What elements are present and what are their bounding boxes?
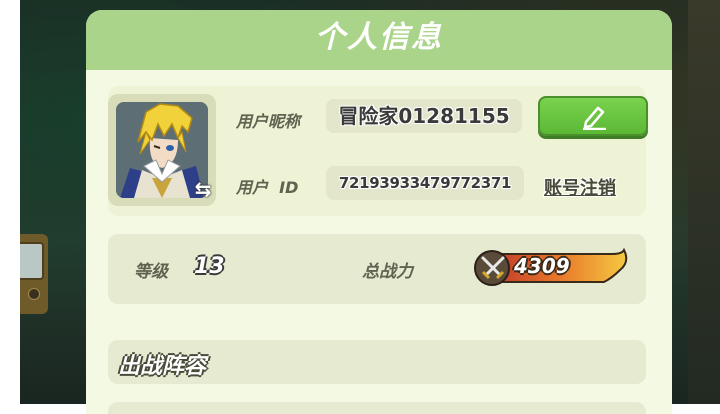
switch-arrows-icon[interactable]: ⇆ xyxy=(190,178,216,202)
panel-header: 个人信息 xyxy=(86,10,672,70)
user-id-label: 用户 ID xyxy=(236,178,299,197)
profile-panel: 个人信息 ⇆ 用户昵称 冒险家01281155 用户 ID 7219393347… xyxy=(86,10,672,414)
nickname-label: 用户昵称 xyxy=(236,112,301,131)
total-power-label: 总战力 xyxy=(362,262,413,282)
battle-lineup-title: 出战阵容 xyxy=(118,354,207,379)
user-id-field: 72193933479772371 xyxy=(326,166,524,200)
side-device-button[interactable] xyxy=(20,234,48,314)
device-dot xyxy=(28,288,40,300)
nickname-field: 冒险家01281155 xyxy=(326,99,522,133)
avatar-frame[interactable]: ⇆ xyxy=(108,94,216,206)
background-edge xyxy=(688,0,720,404)
total-power-value: 4309 xyxy=(514,254,570,278)
profile-card: ⇆ 用户昵称 冒险家01281155 用户 ID 721939334797723… xyxy=(108,86,648,216)
edit-nickname-button[interactable] xyxy=(538,96,648,136)
cancel-account-link[interactable]: 账号注销 xyxy=(544,174,616,200)
total-power-badge: 4309 xyxy=(472,247,632,288)
level-value: 13 xyxy=(194,254,225,279)
stats-bar: 等级 13 总战力 4309 xyxy=(108,234,646,304)
panel-title: 个人信息 xyxy=(315,20,443,55)
crossed-swords-icon xyxy=(481,256,505,280)
battle-lineup-header[interactable]: 出战阵容 xyxy=(108,340,646,384)
device-screen xyxy=(20,242,44,280)
pencil-edit-icon xyxy=(583,106,606,130)
level-label: 等级 xyxy=(134,262,168,282)
